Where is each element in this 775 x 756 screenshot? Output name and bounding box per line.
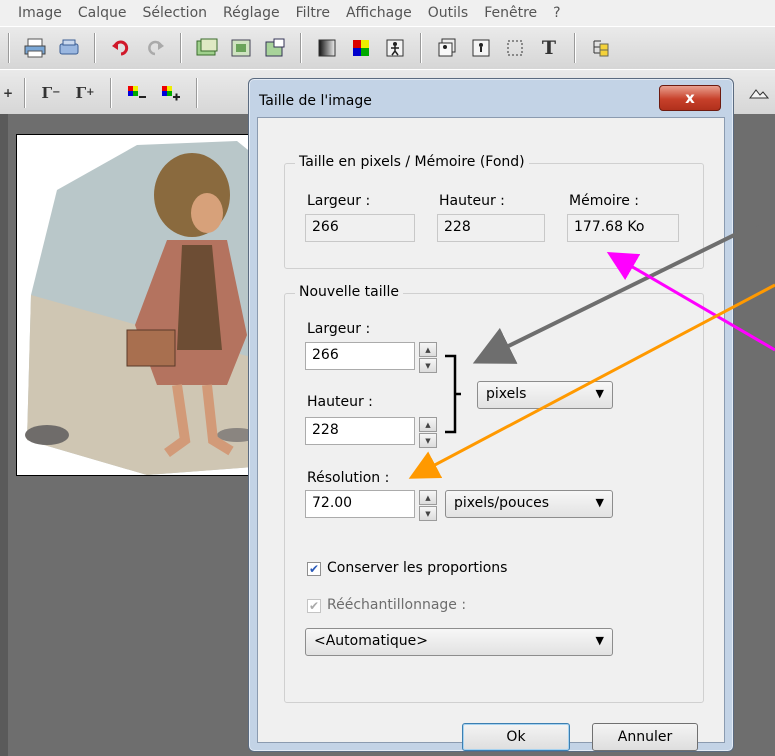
resolution-stepper[interactable]: ▲ ▼ — [419, 490, 437, 521]
size-unit-select[interactable]: pixels ▼ — [477, 381, 613, 409]
ok-button[interactable]: Ok — [462, 723, 570, 751]
menu-help[interactable]: ? — [545, 5, 568, 21]
down-arrow-icon[interactable]: ▼ — [419, 358, 437, 373]
link-bracket-icon — [445, 354, 461, 434]
resolution-label: Résolution : — [307, 470, 390, 486]
figure-icon[interactable] — [383, 36, 407, 60]
close-icon: x — [685, 89, 695, 107]
toolbar-separator — [574, 33, 576, 63]
scanner-icon[interactable] — [57, 36, 81, 60]
menu-affichage[interactable]: Affichage — [338, 5, 420, 21]
workspace-left-strip — [0, 114, 8, 756]
new-size-group: Nouvelle taille Largeur : 266 ▲ ▼ Hauteur… — [284, 284, 704, 703]
menu-selection[interactable]: Sélection — [134, 5, 215, 21]
memory-field: 177.68 Ko — [567, 214, 679, 242]
caveman-illustration — [17, 135, 283, 475]
dropdown-arrow-icon: ▼ — [595, 387, 604, 400]
current-width-label: Largeur : — [307, 193, 371, 209]
main-toolbar: T — [0, 26, 775, 70]
color-minus-icon[interactable] — [125, 81, 149, 105]
down-arrow-icon[interactable]: ▼ — [419, 506, 437, 521]
new-width-label: Largeur : — [307, 321, 371, 337]
toolbar-separator — [110, 77, 112, 108]
undo-icon[interactable] — [109, 36, 133, 60]
new-width-input[interactable]: 266 — [305, 342, 415, 370]
menu-reglage[interactable]: Réglage — [215, 5, 288, 21]
up-arrow-icon[interactable]: ▲ — [419, 490, 437, 505]
menu-fenetre[interactable]: Fenêtre — [476, 5, 545, 21]
current-height-label: Hauteur : — [439, 193, 505, 209]
gamma-plus-icon[interactable]: Γ + — [73, 81, 97, 105]
color-plus-icon[interactable] — [159, 81, 183, 105]
print-icon[interactable] — [23, 36, 47, 60]
menu-bar: Image Calque Sélection Réglage Filtre Af… — [0, 0, 775, 26]
menu-image[interactable]: Image — [0, 5, 70, 21]
plus-icon[interactable]: + — [3, 81, 13, 105]
copy-figure-icon[interactable] — [435, 36, 459, 60]
up-arrow-icon[interactable]: ▲ — [419, 417, 437, 432]
cancel-button[interactable]: Annuler — [592, 723, 698, 751]
dialog-body: Taille en pixels / Mémoire (Fond) Largeu… — [257, 117, 725, 751]
current-height-field: 228 — [437, 214, 545, 242]
selection-icon[interactable] — [503, 36, 527, 60]
dialog-titlebar[interactable]: Taille de l'image x — [249, 79, 733, 113]
dropdown-arrow-icon: ▼ — [595, 634, 604, 647]
keep-proportions-checkbox[interactable]: ✔ — [307, 562, 321, 576]
resolution-unit-select[interactable]: pixels/pouces ▼ — [445, 490, 613, 518]
keep-proportions-label[interactable]: Conserver les proportions — [327, 560, 507, 576]
new-height-label: Hauteur : — [307, 394, 373, 410]
toolbar-separator — [300, 33, 302, 63]
resample-method-value: <Automatique> — [314, 633, 428, 649]
toolbar-separator — [24, 77, 26, 108]
new-width-stepper[interactable]: ▲ ▼ — [419, 342, 437, 373]
text-tool-icon[interactable]: T — [537, 36, 561, 60]
current-width-field: 266 — [305, 214, 415, 242]
close-button[interactable]: x — [659, 85, 721, 111]
paste-figure-icon[interactable] — [469, 36, 493, 60]
memory-label: Mémoire : — [569, 193, 640, 209]
image-size-icon[interactable] — [263, 36, 287, 60]
image-tool-icon[interactable] — [195, 36, 219, 60]
up-arrow-icon[interactable]: ▲ — [419, 342, 437, 357]
size-unit-value: pixels — [486, 386, 527, 402]
toolbar-separator — [180, 33, 182, 63]
layers-icon[interactable] — [589, 36, 613, 60]
new-size-group-title: Nouvelle taille — [295, 284, 404, 300]
menu-filtre[interactable]: Filtre — [288, 5, 338, 21]
resample-checkbox[interactable]: ✔ — [307, 599, 321, 613]
image-preview[interactable] — [16, 134, 284, 476]
image-size-dialog: Taille de l'image x Taille en pixels / M… — [248, 78, 734, 752]
landscape-icon[interactable] — [747, 81, 771, 105]
redo-icon[interactable] — [143, 36, 167, 60]
dropdown-arrow-icon: ▼ — [595, 496, 604, 509]
dialog-title: Taille de l'image — [259, 93, 372, 109]
resample-method-select[interactable]: <Automatique> ▼ — [305, 628, 613, 656]
resolution-unit-value: pixels/pouces — [454, 495, 550, 511]
resolution-input[interactable]: 72.00 — [305, 490, 415, 518]
gradient-icon[interactable] — [315, 36, 339, 60]
resample-label[interactable]: Rééchantillonnage : — [327, 597, 466, 613]
image-frame-icon[interactable] — [229, 36, 253, 60]
gamma-minus-icon[interactable]: Γ − — [39, 81, 63, 105]
pixel-size-group-title: Taille en pixels / Mémoire (Fond) — [295, 154, 529, 170]
color-palette-icon[interactable] — [349, 36, 373, 60]
down-arrow-icon[interactable]: ▼ — [419, 433, 437, 448]
menu-outils[interactable]: Outils — [420, 5, 476, 21]
new-height-input[interactable]: 228 — [305, 417, 415, 445]
menu-calque[interactable]: Calque — [70, 5, 135, 21]
toolbar-separator — [196, 77, 198, 108]
toolbar-separator — [420, 33, 422, 63]
toolbar-separator — [94, 33, 96, 63]
toolbar-separator — [8, 33, 10, 63]
new-height-stepper[interactable]: ▲ ▼ — [419, 417, 437, 448]
pixel-size-group: Taille en pixels / Mémoire (Fond) Largeu… — [284, 154, 704, 269]
